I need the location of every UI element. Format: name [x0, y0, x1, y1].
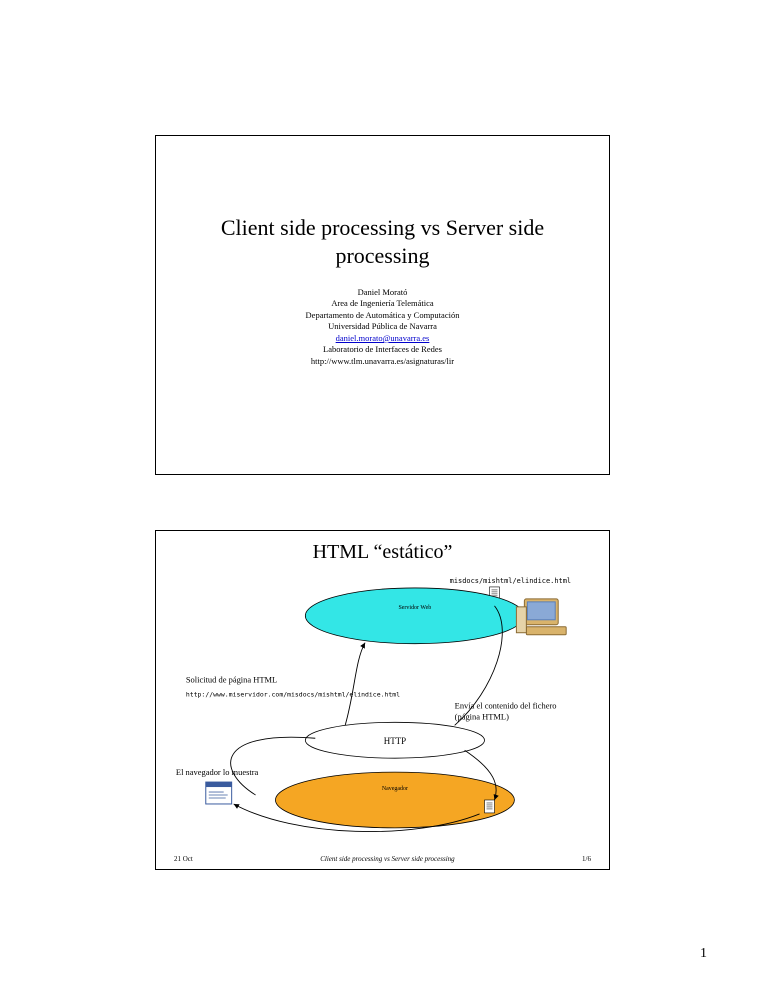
- file-path-label: misdocs/mishtml/elindice.html: [450, 577, 571, 585]
- request-label: Solicitud de página HTML: [186, 675, 277, 685]
- request-arrow-upper: [345, 643, 365, 726]
- browser-label: Navegador: [382, 786, 408, 792]
- slide1-title: Client side processing vs Server side pr…: [156, 214, 609, 269]
- author: Daniel Morató: [156, 287, 609, 298]
- slide1-info: Daniel Morató Area de Ingeniería Telemát…: [156, 287, 609, 367]
- request-url: http://www.miservidor.com/misdocs/mishtm…: [186, 690, 400, 698]
- lab: Laboratorio de Interfaces de Redes: [156, 344, 609, 355]
- show-label: El navegador lo muestra: [176, 767, 259, 777]
- server-ellipse: [305, 588, 524, 644]
- course-url: http://www.tlm.unavarra.es/asignaturas/l…: [156, 356, 609, 367]
- footer-page: 1/6: [582, 855, 591, 863]
- page-number: 1: [700, 946, 707, 962]
- browser-window-icon: [206, 782, 232, 804]
- static-html-diagram: misdocs/mishtml/elindice.html Servidor W…: [156, 571, 609, 850]
- dept-auto: Departamento de Automática y Computación: [156, 310, 609, 321]
- slide-2: HTML “estático” misdocs/mishtml/elindice…: [155, 530, 610, 870]
- document-icon: [485, 800, 495, 813]
- slide2-title: HTML “estático”: [156, 541, 609, 564]
- response-label-2: (página HTML): [455, 711, 509, 721]
- response-label-1: Envía el contenido del fichero: [455, 700, 557, 710]
- browser-ellipse: [275, 772, 514, 828]
- http-label: HTTP: [384, 736, 406, 746]
- email-link[interactable]: daniel.morato@unavarra.es: [336, 333, 430, 343]
- footer-title: Client side processing vs Server side pr…: [320, 855, 454, 863]
- server-label: Servidor Web: [398, 605, 431, 611]
- slide2-footer: 21 Oct Client side processing vs Server …: [156, 855, 609, 863]
- dept-area: Area de Ingeniería Telemática: [156, 298, 609, 309]
- document-page: Client side processing vs Server side pr…: [0, 0, 765, 990]
- footer-date: 21 Oct: [174, 855, 193, 863]
- university: Universidad Pública de Navarra: [156, 321, 609, 332]
- slide-1: Client side processing vs Server side pr…: [155, 135, 610, 475]
- computer-icon: [516, 599, 566, 635]
